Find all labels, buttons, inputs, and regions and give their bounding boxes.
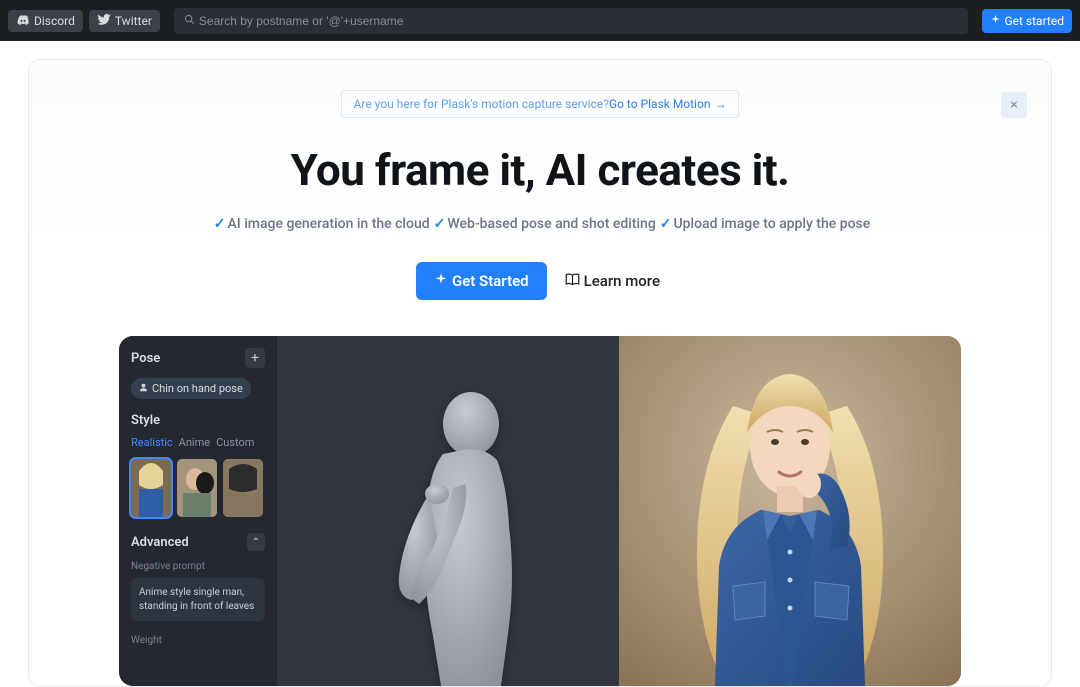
style-thumb-1[interactable]: [131, 459, 171, 517]
style-thumbnails: [131, 459, 265, 517]
get-started-top-button[interactable]: Get started: [982, 9, 1072, 33]
style-tab-custom[interactable]: Custom: [216, 436, 254, 449]
twitter-label: Twitter: [115, 14, 152, 28]
book-icon: [565, 272, 580, 290]
check-icon: ✓: [214, 216, 226, 232]
discord-label: Discord: [34, 14, 75, 28]
page: × Are you here for Plask's motion captur…: [0, 41, 1080, 687]
get-started-button[interactable]: Get Started: [416, 262, 547, 300]
style-title: Style: [131, 413, 265, 428]
get-started-top-label: Get started: [1004, 14, 1064, 28]
cta-row: Get Started Learn more: [69, 262, 1011, 300]
mannequin-figure: [333, 376, 563, 686]
pose-section-header: Pose +: [131, 348, 265, 368]
motion-banner: Are you here for Plask's motion capture …: [69, 90, 1011, 118]
sparkle-icon: [434, 272, 448, 290]
preview-side-panel: Pose + Chin on hand pose Style Realistic…: [119, 336, 277, 686]
search-wrapper[interactable]: [174, 8, 969, 34]
search-icon: [184, 14, 195, 28]
discord-link[interactable]: Discord: [8, 10, 83, 32]
negative-prompt-input[interactable]: Anime style single man, standing in fron…: [131, 578, 265, 621]
style-tab-realistic[interactable]: Realistic: [131, 436, 173, 449]
feature-3: Upload image to apply the pose: [674, 216, 871, 232]
advanced-section-header: Advanced ⌃: [131, 533, 265, 551]
hero-card: × Are you here for Plask's motion captur…: [28, 59, 1052, 687]
hero-headline: You frame it, AI creates it.: [69, 144, 1011, 196]
feature-2: Web-based pose and shot editing: [447, 216, 655, 232]
style-thumb-3[interactable]: [223, 459, 263, 517]
collapse-button[interactable]: ⌃: [247, 533, 265, 551]
banner-question: Are you here for Plask's motion capture …: [354, 97, 609, 111]
close-icon: ×: [1010, 97, 1017, 113]
plus-icon: +: [251, 350, 259, 366]
topbar: Discord Twitter Get started: [0, 0, 1080, 41]
feature-row: ✓AI image generation in the cloud✓Web-ba…: [69, 216, 1011, 232]
chevron-up-icon: ⌃: [252, 537, 260, 548]
add-pose-button[interactable]: +: [245, 348, 265, 368]
learn-more-button[interactable]: Learn more: [561, 262, 664, 300]
style-tabs: Realistic Anime Custom: [131, 436, 265, 449]
sparkle-icon: [990, 14, 1001, 28]
feature-1: AI image generation in the cloud: [227, 216, 429, 232]
close-button[interactable]: ×: [1001, 92, 1027, 118]
preview-result-image: [619, 336, 961, 686]
motion-banner-link[interactable]: Are you here for Plask's motion capture …: [341, 90, 740, 118]
check-icon: ✓: [434, 216, 446, 232]
get-started-label: Get Started: [452, 272, 529, 290]
learn-more-label: Learn more: [584, 272, 660, 290]
twitter-link[interactable]: Twitter: [89, 10, 160, 32]
banner-link-text: Go to Plask Motion: [609, 97, 711, 111]
pose-title: Pose: [131, 351, 160, 366]
weight-label: Weight: [131, 635, 265, 646]
search-input[interactable]: [199, 14, 959, 28]
check-icon: ✓: [660, 216, 672, 232]
preview-3d-viewport[interactable]: [277, 336, 619, 686]
pose-chip[interactable]: Chin on hand pose: [131, 378, 251, 399]
discord-icon: [16, 14, 30, 28]
advanced-title: Advanced: [131, 535, 189, 550]
app-preview: Pose + Chin on hand pose Style Realistic…: [119, 336, 961, 686]
arrow-right-icon: →: [714, 97, 726, 111]
style-tab-anime[interactable]: Anime: [179, 436, 210, 449]
person-icon: [139, 382, 148, 395]
style-thumb-2[interactable]: [177, 459, 217, 517]
pose-chip-label: Chin on hand pose: [152, 382, 243, 395]
twitter-icon: [97, 14, 111, 28]
negative-prompt-label: Negative prompt: [131, 561, 265, 572]
